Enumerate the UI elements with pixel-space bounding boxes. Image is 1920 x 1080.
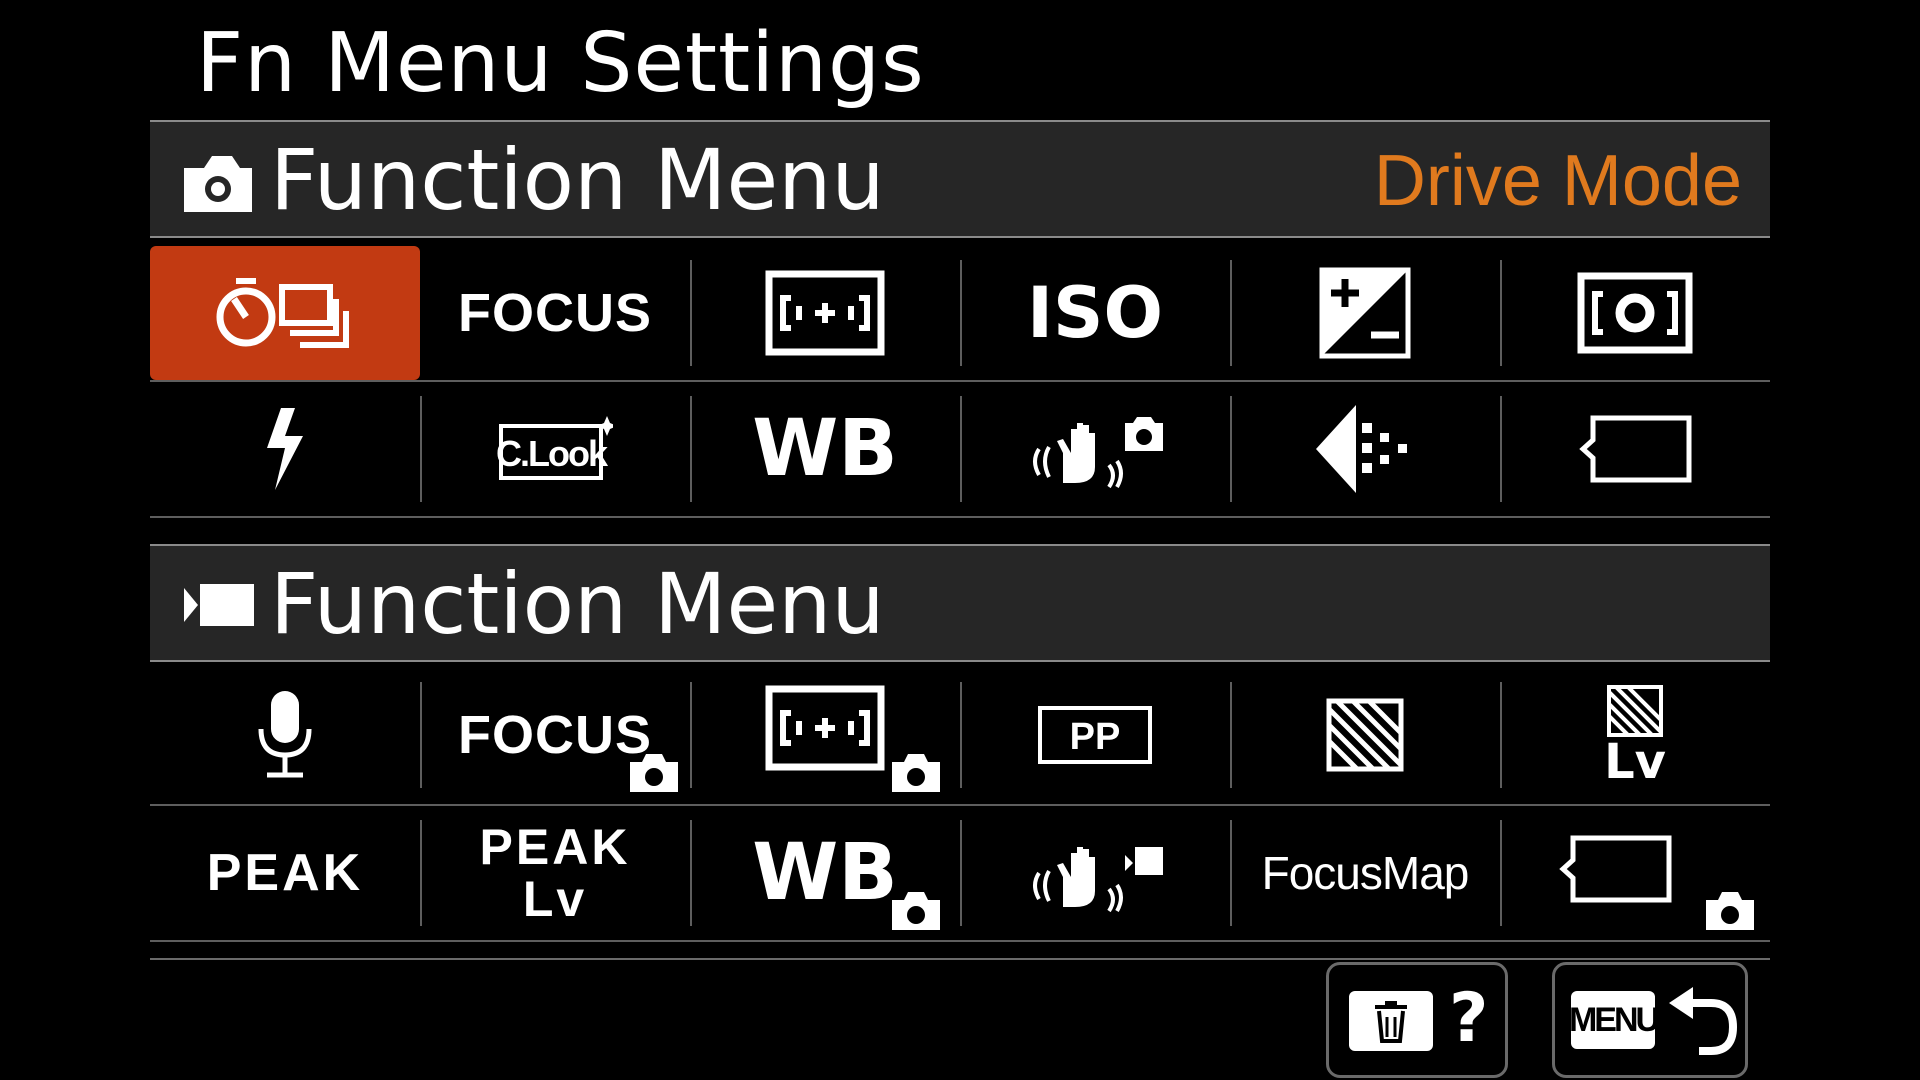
menu-back-button[interactable]: MENU bbox=[1552, 962, 1748, 1078]
slot-peaking-lv[interactable]: PEAK Lv bbox=[420, 806, 690, 940]
slot-zebra[interactable] bbox=[1230, 668, 1500, 802]
photo-row-1: FOCUS ISO bbox=[150, 246, 1770, 382]
focus-mode-movie-label: FOCUS bbox=[458, 705, 652, 765]
return-icon bbox=[1669, 987, 1738, 1055]
delete-help-button[interactable]: ? bbox=[1326, 962, 1508, 1078]
photo-function-grid: FOCUS ISO C.Look WB bbox=[150, 246, 1770, 518]
slot-empty-photo[interactable] bbox=[1500, 382, 1770, 516]
peaking-label: PEAK bbox=[206, 844, 364, 902]
white-balance-label: WB bbox=[752, 404, 898, 494]
slot-white-balance[interactable]: WB bbox=[690, 382, 960, 516]
camera-badge-icon bbox=[1706, 892, 1754, 930]
slot-focus-area-movie[interactable] bbox=[690, 668, 960, 802]
movie-function-menu-label: Function Menu bbox=[270, 555, 885, 653]
zebra-lv-label: Lv bbox=[1604, 734, 1666, 790]
footer-divider bbox=[150, 958, 1770, 960]
movie-function-grid: FOCUS PP Lv PEAK PEAK Lv WB FocusMap bbox=[150, 668, 1770, 942]
drive-mode-icon bbox=[216, 278, 349, 348]
slot-focus-map[interactable]: FocusMap bbox=[1230, 806, 1500, 940]
focus-mode-label: FOCUS bbox=[458, 283, 652, 343]
white-balance-movie-label: WB bbox=[752, 828, 898, 918]
photo-function-menu-header: Function Menu Drive Mode bbox=[150, 120, 1770, 238]
slot-peaking[interactable]: PEAK bbox=[150, 806, 420, 940]
slot-picture-profile[interactable]: PP bbox=[960, 668, 1230, 802]
empty-slot-movie-icon bbox=[1559, 835, 1672, 903]
slot-zebra-lv[interactable]: Lv bbox=[1500, 668, 1770, 802]
slot-focus-mode[interactable]: FOCUS bbox=[420, 246, 690, 380]
empty-slot-icon bbox=[1579, 415, 1692, 483]
movie-function-menu-header: Function Menu bbox=[150, 544, 1770, 662]
slot-exposure-comp[interactable] bbox=[1230, 246, 1500, 380]
camera-badge-icon bbox=[892, 892, 940, 930]
still-camera-icon bbox=[184, 156, 252, 212]
exposure-compensation-icon bbox=[1319, 267, 1411, 359]
metering-mode-icon bbox=[1577, 272, 1693, 354]
menu-key-label: MENU bbox=[1568, 1000, 1660, 1039]
slot-metering-mode[interactable] bbox=[1500, 246, 1770, 380]
focus-area-icon bbox=[765, 270, 885, 356]
slot-flash-mode[interactable] bbox=[150, 382, 420, 516]
slot-steady-shot-movie[interactable] bbox=[960, 806, 1230, 940]
focus-map-label: FocusMap bbox=[1261, 847, 1470, 899]
creative-look-icon: C.Look bbox=[497, 416, 613, 480]
movie-row-1: FOCUS PP Lv bbox=[150, 668, 1770, 806]
slot-steady-shot[interactable] bbox=[960, 382, 1230, 516]
page-title: Fn Menu Settings bbox=[196, 16, 925, 111]
picture-profile-icon: PP bbox=[1038, 706, 1152, 764]
steady-shot-movie-icon bbox=[1033, 847, 1163, 913]
slot-iso[interactable]: ISO bbox=[960, 246, 1230, 380]
slot-drive-mode[interactable] bbox=[150, 246, 420, 380]
slot-empty-movie[interactable] bbox=[1500, 806, 1770, 940]
creative-look-text: C.Look bbox=[497, 433, 609, 474]
menu-key-icon: MENU bbox=[1568, 991, 1660, 1049]
photo-function-menu-label: Function Menu bbox=[270, 131, 885, 229]
steady-shot-photo-icon bbox=[1033, 417, 1163, 489]
iso-label: ISO bbox=[1027, 272, 1163, 354]
movie-icon bbox=[184, 584, 254, 626]
camera-badge-icon bbox=[630, 754, 678, 792]
slot-audio-rec[interactable] bbox=[150, 668, 420, 802]
picture-profile-text: PP bbox=[1070, 716, 1121, 758]
trash-icon bbox=[1349, 991, 1433, 1051]
slot-focus-mode-movie[interactable]: FOCUS bbox=[420, 668, 690, 802]
slot-image-size[interactable] bbox=[1230, 382, 1500, 516]
movie-row-2: PEAK PEAK Lv WB FocusMap bbox=[150, 806, 1770, 942]
flash-icon bbox=[267, 408, 303, 490]
zebra-icon bbox=[1326, 698, 1404, 772]
focus-area-movie-icon bbox=[765, 685, 885, 771]
photo-row-2: C.Look WB bbox=[150, 382, 1770, 518]
camera-badge-icon bbox=[892, 754, 940, 792]
slot-focus-area[interactable] bbox=[690, 246, 960, 380]
selected-item-name: Drive Mode bbox=[1373, 141, 1742, 221]
slot-creative-look[interactable]: C.Look bbox=[420, 382, 690, 516]
help-label: ? bbox=[1449, 979, 1489, 1058]
zebra-lv-icon bbox=[1607, 685, 1663, 737]
slot-white-balance-movie[interactable]: WB bbox=[690, 806, 960, 940]
peaking-lv-label: PEAK Lv bbox=[479, 819, 631, 927]
microphone-icon bbox=[258, 691, 312, 778]
image-quality-icon bbox=[1316, 405, 1407, 493]
